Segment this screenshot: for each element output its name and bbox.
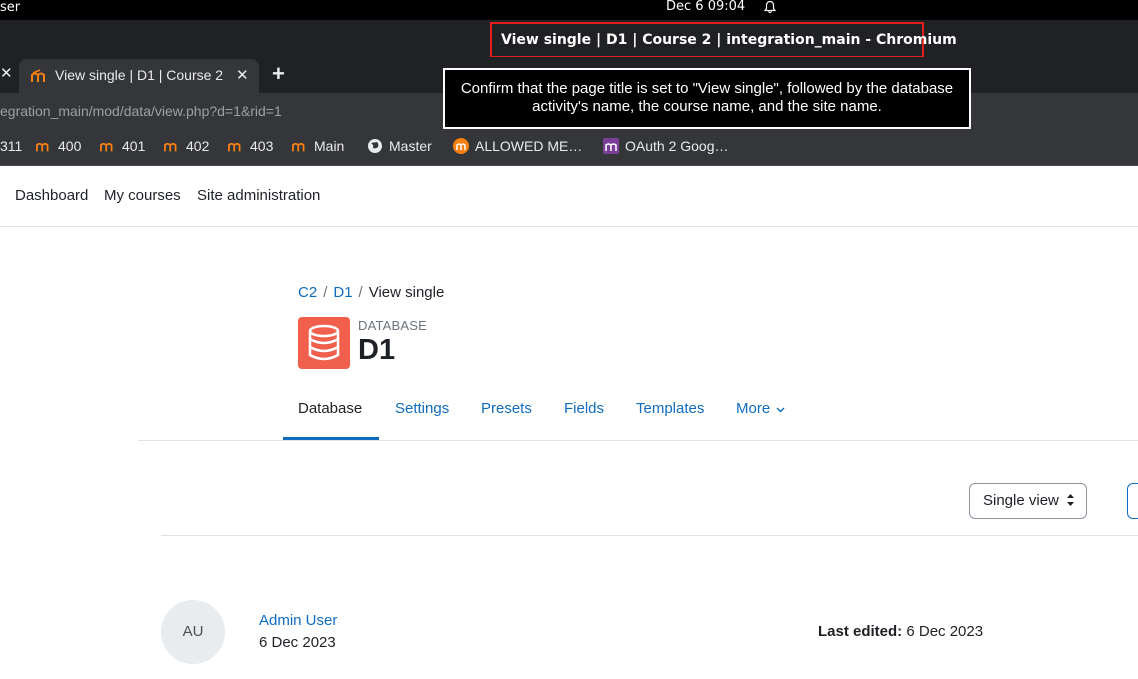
instruction-tooltip: Confirm that the page title is set to "V… — [443, 68, 971, 129]
new-tab-button[interactable]: + — [272, 61, 285, 87]
database-icon — [298, 317, 350, 369]
bookmark-item[interactable]: 400 — [36, 138, 81, 154]
breadcrumb-course-link[interactable]: C2 — [298, 284, 317, 301]
last-edited-value: 6 Dec 2023 — [902, 623, 984, 640]
divider — [161, 535, 1138, 536]
close-icon[interactable]: ✕ — [236, 66, 249, 84]
bookmark-item[interactable]: OAuth 2 Goog… — [603, 138, 729, 154]
breadcrumb-separator: / — [323, 284, 328, 301]
moodle-favicon-icon — [228, 142, 241, 152]
bookmark-item[interactable]: ALLOWED ME… — [453, 138, 582, 154]
nav-site-admin-link[interactable]: Site administration — [197, 187, 320, 204]
last-edited: Last edited: 6 Dec 2023 — [818, 623, 983, 640]
os-app-name[interactable]: ser — [0, 0, 20, 16]
tab-presets[interactable]: Presets — [481, 400, 532, 417]
url-text[interactable]: egration_main/mod/data/view.php?d=1&rid=… — [0, 103, 282, 119]
bookmark-item[interactable]: 403 — [228, 138, 273, 154]
bookmarks-bar: 311 400 401 402 403 Main Master ALLOWED … — [0, 130, 1138, 166]
bookmark-item[interactable]: 402 — [164, 138, 209, 154]
moodle-favicon-icon — [164, 142, 177, 152]
entry-date: 6 Dec 2023 — [259, 634, 336, 651]
primary-navigation: Dashboard My courses Site administration — [0, 166, 1138, 227]
moodle-orange-favicon-icon — [453, 138, 469, 154]
window-title-bar: View single | D1 | Course 2 | integratio… — [0, 20, 1138, 58]
tab-title: View single | D1 | Course 2 | integratio… — [55, 67, 223, 83]
tab-database[interactable]: Database — [298, 400, 362, 417]
browser-tab-active[interactable]: View single | D1 | Course 2 | integratio… — [19, 59, 259, 93]
avatar[interactable]: AU — [161, 600, 225, 664]
view-mode-selected: Single view — [983, 492, 1059, 509]
sort-arrows-icon — [1067, 494, 1074, 506]
moodle-purple-favicon-icon — [603, 138, 619, 154]
tab-settings[interactable]: Settings — [395, 400, 449, 417]
active-tab-indicator — [283, 437, 379, 440]
breadcrumb: C2 / D1 / View single — [298, 284, 444, 301]
moodle-favicon-icon — [31, 69, 45, 82]
chevron-down-icon — [776, 407, 785, 413]
bookmark-item[interactable]: Main — [292, 138, 344, 154]
close-icon[interactable]: ✕ — [0, 65, 13, 83]
nav-my-courses-link[interactable]: My courses — [104, 187, 181, 204]
bell-icon[interactable] — [763, 0, 777, 14]
moodle-favicon-icon — [292, 142, 305, 152]
globe-icon — [368, 139, 382, 153]
last-edited-label: Last edited: — [818, 623, 903, 640]
moodle-favicon-icon — [36, 142, 49, 152]
bookmark-item[interactable]: Master — [367, 138, 432, 154]
breadcrumb-current: View single — [368, 284, 445, 301]
page-title: D1 — [358, 334, 396, 366]
bookmark-item[interactable]: 311 — [0, 138, 22, 154]
os-clock[interactable]: Dec 6 09:04 — [666, 0, 745, 14]
activity-type-label: DATABASE — [358, 318, 428, 333]
breadcrumb-activity-link[interactable]: D1 — [333, 284, 352, 301]
tab-templates[interactable]: Templates — [636, 400, 704, 417]
breadcrumb-separator: / — [358, 284, 363, 301]
add-entry-button[interactable] — [1127, 483, 1138, 519]
window-title: View single | D1 | Course 2 | integratio… — [490, 22, 957, 58]
bookmark-item[interactable]: 401 — [100, 138, 145, 154]
secondary-navigation: Database Settings Presets Fields Templat… — [138, 390, 1138, 441]
tab-more[interactable]: More — [736, 400, 785, 417]
view-mode-select[interactable]: Single view — [969, 483, 1087, 519]
os-top-bar: ser Dec 6 09:04 — [0, 0, 1138, 20]
moodle-favicon-icon — [100, 142, 113, 152]
nav-dashboard-link[interactable]: Dashboard — [15, 187, 88, 204]
entry-author-link[interactable]: Admin User — [259, 612, 337, 629]
tab-fields[interactable]: Fields — [564, 400, 604, 417]
